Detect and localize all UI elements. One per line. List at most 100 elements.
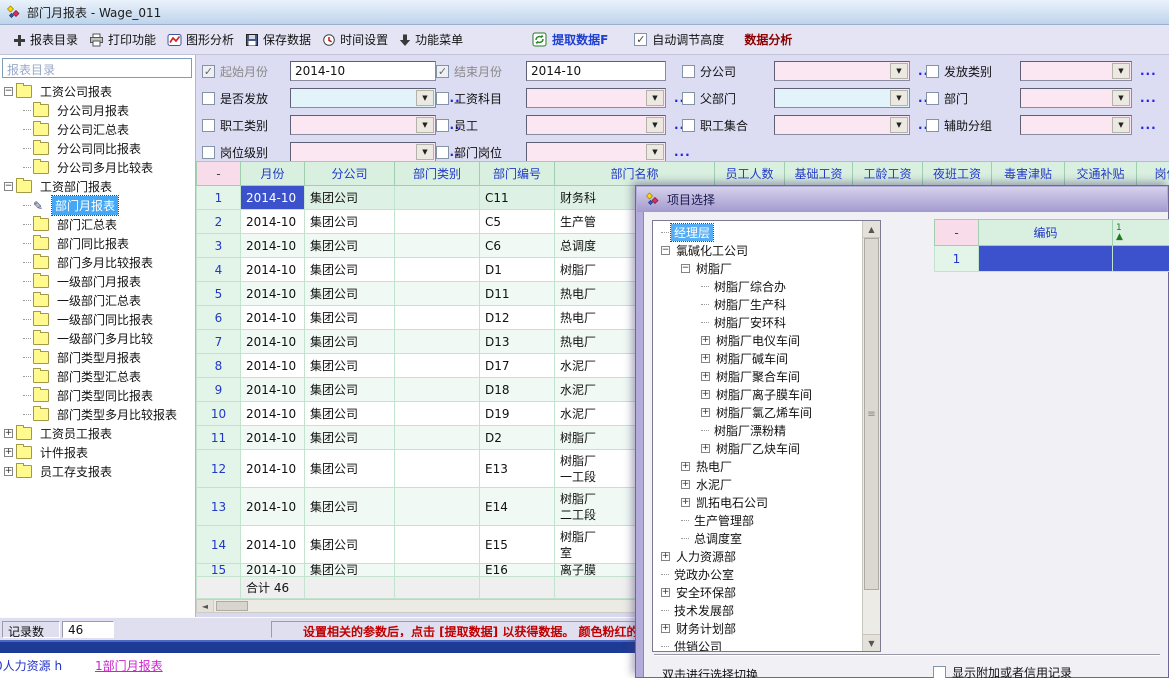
chevron-down-icon[interactable]: ▼ — [890, 90, 908, 106]
table-cell[interactable]: C5 — [480, 210, 555, 234]
tree-item[interactable]: 分公司汇总表 — [2, 120, 195, 139]
tree-item[interactable]: +人力资源部 — [655, 547, 862, 565]
filter-combobox[interactable]: ▼ — [290, 142, 436, 161]
expand-icon[interactable]: + — [681, 462, 690, 471]
expand-icon[interactable]: + — [4, 467, 13, 476]
table-cell[interactable] — [395, 488, 480, 526]
tree-item[interactable]: 部门汇总表 — [2, 215, 195, 234]
table-cell[interactable] — [395, 258, 480, 282]
filter-combobox[interactable]: ▼ — [526, 142, 666, 161]
expand-icon[interactable]: + — [681, 498, 690, 507]
extract-data-button[interactable]: 提取数据F — [532, 31, 608, 48]
tree-item[interactable]: −工资部门报表 — [2, 177, 195, 196]
expand-icon[interactable]: + — [4, 448, 13, 457]
chevron-down-icon[interactable]: ▼ — [890, 63, 908, 79]
table-cell[interactable]: 2014-10 — [241, 564, 305, 577]
chevron-down-icon[interactable]: ▼ — [646, 117, 664, 133]
table-cell[interactable]: 2014-10 — [241, 426, 305, 450]
tree-item[interactable]: +树脂厂碱车间 — [655, 349, 862, 367]
tree-item[interactable]: 供销公司 — [655, 637, 862, 651]
tree-item[interactable]: +水泥厂 — [655, 475, 862, 493]
tree-item[interactable]: 经理层 — [655, 223, 862, 241]
filter-combobox[interactable]: ▼ — [1020, 115, 1132, 135]
table-cell[interactable]: 集团公司 — [305, 402, 395, 426]
column-header-月份[interactable]: 月份 — [241, 161, 305, 186]
tree-item[interactable]: +树脂厂电仪车间 — [655, 331, 862, 349]
tree-item[interactable]: 部门类型同比报表 — [2, 386, 195, 405]
dialog-footer-checkbox-group[interactable]: 显示附加或者信用记录 — [933, 664, 1072, 678]
tree-item[interactable]: −工资公司报表 — [2, 82, 195, 101]
column-header-分公司[interactable]: 分公司 — [305, 161, 395, 186]
column-header-部门类别[interactable]: 部门类别 — [395, 161, 480, 186]
filter-checkbox[interactable] — [202, 146, 215, 159]
expand-icon[interactable]: + — [701, 336, 710, 345]
toolbar-button-报表目录[interactable]: 报表目录 — [8, 29, 85, 50]
table-cell[interactable]: 2014-10 — [241, 234, 305, 258]
table-cell[interactable]: 集团公司 — [305, 488, 395, 526]
filter-checkbox[interactable] — [926, 119, 939, 132]
expand-icon[interactable]: + — [681, 480, 690, 489]
chevron-down-icon[interactable]: ▼ — [1112, 117, 1130, 133]
table-cell[interactable]: 2014-10 — [241, 450, 305, 488]
table-cell[interactable]: 集团公司 — [305, 186, 395, 210]
table-cell[interactable]: 2014-10 — [241, 306, 305, 330]
tree-item[interactable]: +树脂厂氯乙烯车间 — [655, 403, 862, 421]
table-cell[interactable]: C11 — [480, 186, 555, 210]
toolbar-button-图形分析[interactable]: 图形分析 — [163, 29, 241, 50]
data-analysis-link[interactable]: 数据分析 — [744, 31, 792, 48]
table-cell[interactable]: 集团公司 — [305, 378, 395, 402]
table-cell[interactable]: 2014-10 — [241, 354, 305, 378]
tree-item[interactable]: +树脂厂乙炔车间 — [655, 439, 862, 457]
table-cell[interactable]: 2014-10 — [241, 378, 305, 402]
expand-icon[interactable]: + — [701, 390, 710, 399]
table-cell[interactable]: 2014-10 — [241, 488, 305, 526]
table-cell[interactable]: 集团公司 — [305, 564, 395, 577]
tree-item[interactable]: 部门同比报表 — [2, 234, 195, 253]
tree-item[interactable]: 部门类型汇总表 — [2, 367, 195, 386]
tree-item[interactable]: 树脂厂安环科 — [655, 313, 862, 331]
column-header-基础工资[interactable]: 基础工资 — [785, 161, 853, 186]
filter-combobox[interactable]: ▼ — [526, 115, 666, 135]
table-cell[interactable]: 2014-10 — [241, 210, 305, 234]
grid-selected-cell[interactable] — [979, 246, 1113, 272]
scroll-down-icon[interactable]: ▼ — [863, 634, 880, 651]
column-header-夜班工资[interactable]: 夜班工资 — [923, 161, 992, 186]
table-cell[interactable]: E16 — [480, 564, 555, 577]
collapse-icon[interactable]: − — [661, 246, 670, 255]
tree-item[interactable]: 一级部门汇总表 — [2, 291, 195, 310]
auto-height-checkbox[interactable]: ✓ — [634, 33, 647, 46]
tree-item[interactable]: +安全环保部 — [655, 583, 862, 601]
window-list-item[interactable]: 0人力资源 h — [0, 657, 62, 674]
filter-checkbox[interactable] — [926, 65, 939, 78]
column-header-员工人数[interactable]: 员工人数 — [715, 161, 785, 186]
tree-item[interactable]: 部门多月比较报表 — [2, 253, 195, 272]
month-input[interactable]: 2014-10 — [526, 61, 666, 81]
table-cell[interactable]: 集团公司 — [305, 450, 395, 488]
more-options-button[interactable]: ... — [674, 145, 691, 159]
table-cell[interactable] — [395, 282, 480, 306]
tree-item[interactable]: 一级部门月报表 — [2, 272, 195, 291]
chevron-down-icon[interactable]: ▼ — [416, 117, 434, 133]
table-cell[interactable]: 2014-10 — [241, 402, 305, 426]
expand-icon[interactable]: + — [701, 372, 710, 381]
tree-item[interactable]: 生产管理部 — [655, 511, 862, 529]
table-cell[interactable] — [395, 526, 480, 564]
filter-checkbox[interactable] — [436, 146, 449, 159]
filter-combobox[interactable]: ▼ — [774, 115, 910, 135]
toolbar-button-功能菜单[interactable]: 功能菜单 — [395, 29, 470, 50]
table-cell[interactable] — [395, 234, 480, 258]
filter-checkbox[interactable] — [682, 92, 695, 105]
tree-item[interactable]: +员工存支报表 — [2, 462, 195, 481]
table-cell[interactable]: E15 — [480, 526, 555, 564]
scrollbar-thumb[interactable]: ≡ — [864, 238, 879, 590]
table-cell[interactable]: D18 — [480, 378, 555, 402]
table-cell[interactable]: D11 — [480, 282, 555, 306]
tree-item[interactable]: 总调度室 — [655, 529, 862, 547]
chevron-down-icon[interactable]: ▼ — [416, 144, 434, 160]
chevron-down-icon[interactable]: ▼ — [646, 144, 664, 160]
expand-icon[interactable]: + — [661, 588, 670, 597]
footer-checkbox[interactable] — [933, 666, 946, 678]
table-cell[interactable]: 集团公司 — [305, 234, 395, 258]
chevron-down-icon[interactable]: ▼ — [416, 90, 434, 106]
month-input[interactable]: 2014-10 — [290, 61, 436, 81]
